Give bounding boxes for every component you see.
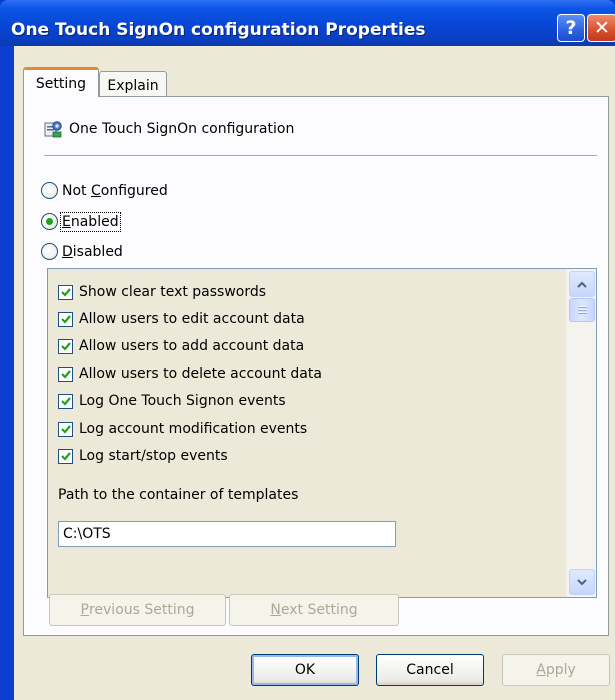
radio-not-configured[interactable]: Not Configured <box>41 182 168 199</box>
ok-button[interactable]: OK <box>251 654 359 686</box>
checkbox-label: Log account modification events <box>79 421 308 437</box>
policy-title: One Touch SignOn configuration <box>69 121 295 137</box>
radio-not-configured-label: Not Configured <box>62 182 168 199</box>
checkbox-box[interactable] <box>58 393 73 409</box>
cancel-button[interactable]: Cancel <box>376 654 484 686</box>
checkbox-label: Log start/stop events <box>79 448 228 464</box>
checkbox-box[interactable] <box>58 421 73 437</box>
radio-disabled-label: Disabled <box>62 243 123 260</box>
checkbox-log-ots-events[interactable]: Log One Touch Signon events <box>58 393 286 409</box>
checkbox-label: Log One Touch Signon events <box>79 393 286 409</box>
tab-setting[interactable]: Setting <box>23 67 99 97</box>
checkbox-box[interactable] <box>58 284 73 300</box>
scroll-thumb[interactable] <box>569 298 595 322</box>
checkbox-label: Allow users to delete account data <box>79 366 322 382</box>
radio-enabled-label: Enabled <box>60 211 121 232</box>
chevron-up-icon <box>577 281 587 288</box>
checkbox-label: Allow users to edit account data <box>79 311 305 327</box>
title-bar[interactable]: One Touch SignOn configuration Propertie… <box>0 0 615 46</box>
close-button[interactable]: ✕ <box>587 14 615 42</box>
checkbox-box[interactable] <box>58 366 73 382</box>
templates-path-input[interactable] <box>58 521 396 547</box>
checkbox-allow-add[interactable]: Allow users to add account data <box>58 338 304 354</box>
options-scroll-frame: Show clear text passwords Allow users to… <box>47 268 597 598</box>
checkbox-box[interactable] <box>58 448 73 464</box>
radio-disabled[interactable]: Disabled <box>41 243 123 260</box>
checkmark-icon <box>60 397 71 406</box>
help-icon: ? <box>565 17 577 39</box>
vertical-scrollbar[interactable] <box>566 269 596 597</box>
checkbox-show-clear-text[interactable]: Show clear text passwords <box>58 284 266 300</box>
checkbox-log-start-stop[interactable]: Log start/stop events <box>58 448 228 464</box>
dialog-client-area: Setting Explain One Touch SignOn configu… <box>14 46 615 700</box>
checkbox-allow-delete[interactable]: Allow users to delete account data <box>58 366 322 382</box>
radio-circle-icon[interactable] <box>41 243 58 260</box>
radio-selected-dot <box>46 218 53 225</box>
radio-circle-icon[interactable] <box>41 213 58 230</box>
checkbox-allow-edit[interactable]: Allow users to edit account data <box>58 311 305 327</box>
chevron-down-icon <box>577 578 587 585</box>
dialog-window: One Touch SignOn configuration Propertie… <box>0 0 615 700</box>
tab-explain[interactable]: Explain <box>99 71 167 99</box>
window-left-border <box>0 46 14 700</box>
close-icon: ✕ <box>594 17 610 39</box>
scroll-up-button[interactable] <box>569 271 595 297</box>
scroll-down-button[interactable] <box>569 569 595 595</box>
checkbox-label: Allow users to add account data <box>79 338 305 354</box>
radio-enabled[interactable]: Enabled <box>41 211 121 232</box>
checkmark-icon <box>60 370 71 379</box>
header-separator <box>44 155 597 157</box>
apply-button[interactable]: Apply <box>502 654 610 686</box>
checkbox-log-account-mod[interactable]: Log account modification events <box>58 421 307 437</box>
checkbox-label: Show clear text passwords <box>79 284 267 300</box>
checkmark-icon <box>60 342 71 351</box>
previous-setting-button[interactable]: Previous Setting <box>49 594 226 626</box>
checkmark-icon <box>60 315 71 324</box>
checkbox-box[interactable] <box>58 338 73 354</box>
checkmark-icon <box>60 425 71 434</box>
checkbox-box[interactable] <box>58 311 73 327</box>
tab-setting-label: Setting <box>35 75 87 92</box>
policy-settings-icon <box>44 121 62 138</box>
checkmark-icon <box>60 452 71 461</box>
next-setting-button[interactable]: Next Setting <box>229 594 399 626</box>
tab-explain-label: Explain <box>107 77 159 94</box>
window-title: One Touch SignOn configuration Propertie… <box>11 20 426 40</box>
help-button[interactable]: ? <box>557 14 585 42</box>
checkmark-icon <box>60 288 71 297</box>
path-label: Path to the container of templates <box>58 487 299 503</box>
radio-circle-icon[interactable] <box>41 182 58 199</box>
